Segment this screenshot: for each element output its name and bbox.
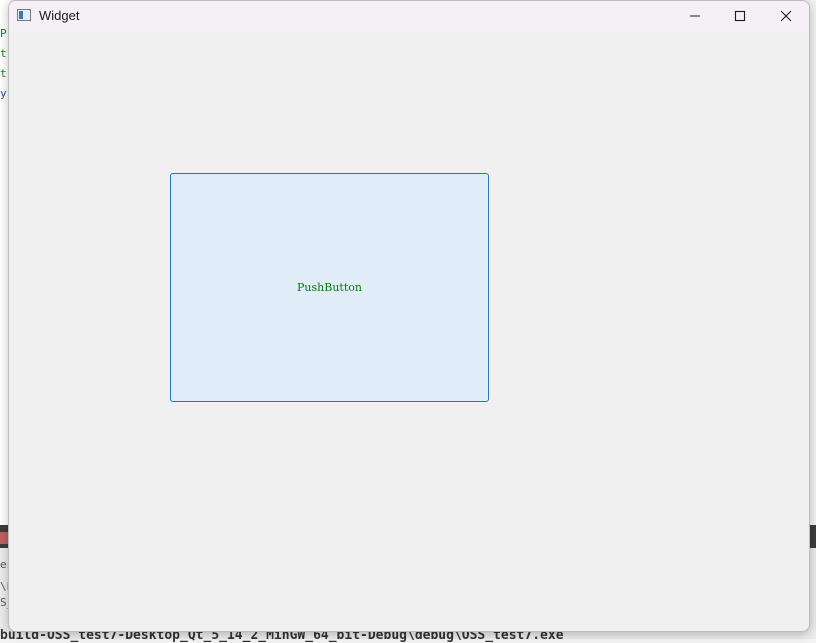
background-code-fragment: y [0,87,7,100]
app-icon [17,9,31,21]
window-title: Widget [39,8,80,23]
push-button-label: PushButton [297,281,362,294]
maximize-button[interactable] [717,1,763,31]
title-bar[interactable]: Widget [9,1,809,31]
close-button[interactable] [763,1,809,31]
close-icon [780,10,792,22]
push-button[interactable]: PushButton [170,173,489,402]
background-code-fragment: t [0,47,7,60]
background-code-fragment: P [0,27,7,40]
client-area: PushButton [9,31,809,631]
background-code-fragment: t [0,67,7,80]
maximize-icon [734,10,746,22]
widget-window: Widget PushButton [8,0,810,632]
minimize-icon [690,15,700,17]
minimize-button[interactable] [672,1,718,31]
